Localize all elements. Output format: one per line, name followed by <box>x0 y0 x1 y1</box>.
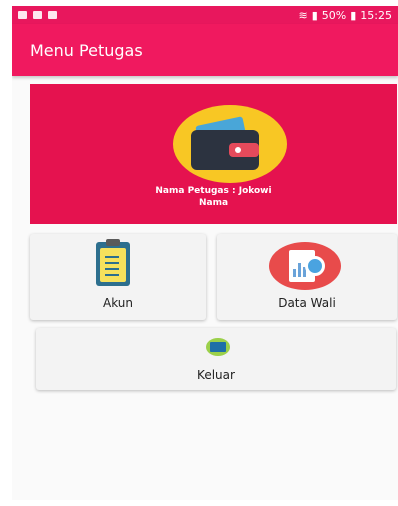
wallet-dot-shape <box>235 147 241 153</box>
data-wali-button[interactable]: Data Wali <box>217 234 397 320</box>
chart-icon <box>269 242 341 290</box>
page-title: Menu Petugas <box>30 40 143 60</box>
monitor-screen <box>210 342 226 352</box>
status-icons-right: ≋ ▮ 50% ▮ 15:25 <box>299 9 393 22</box>
wallet-icon <box>173 105 287 183</box>
wifi-icon: ≋ <box>298 8 308 22</box>
status-bar: ≋ ▮ 50% ▮ 15:25 <box>12 6 398 24</box>
akun-label: Akun <box>103 296 133 310</box>
monitor-icon <box>206 338 230 356</box>
profile-card: Nama Petugas : Jokowi Nama <box>30 84 397 224</box>
data-wali-label: Data Wali <box>278 296 336 310</box>
chart-pie <box>305 256 325 276</box>
chart-bar <box>298 263 301 277</box>
message-icon <box>33 11 42 19</box>
clipboard-paper <box>100 248 126 282</box>
clipboard-icon <box>96 239 130 286</box>
app-screen: ≋ ▮ 50% ▮ 15:25 Menu Petugas Nama Petuga… <box>12 6 398 500</box>
keluar-button[interactable]: Keluar <box>36 328 396 390</box>
clipboard-line <box>105 274 119 276</box>
profile-info: Nama Petugas : Jokowi Nama <box>30 185 397 209</box>
clipboard-line <box>105 262 119 264</box>
clipboard-clip <box>106 239 120 246</box>
keluar-label: Keluar <box>197 368 235 382</box>
status-icons-left <box>18 11 57 19</box>
app-bar: Menu Petugas <box>12 24 398 76</box>
clipboard-line <box>105 256 119 258</box>
clipboard-line <box>105 268 119 270</box>
notification-icon <box>18 11 27 19</box>
battery-icon: ▮ <box>350 8 357 22</box>
wallet-clasp-shape <box>229 143 259 157</box>
petugas-name-label: Nama <box>198 198 229 208</box>
battery-level: 50% <box>321 8 347 22</box>
akun-button[interactable]: Akun <box>30 234 206 320</box>
petugas-name: Nama Petugas : Jokowi <box>155 186 272 196</box>
signal-icon: ▮ <box>311 8 318 22</box>
clock: 15:25 <box>360 8 392 22</box>
gallery-icon <box>48 11 57 19</box>
chart-bar <box>293 269 296 277</box>
